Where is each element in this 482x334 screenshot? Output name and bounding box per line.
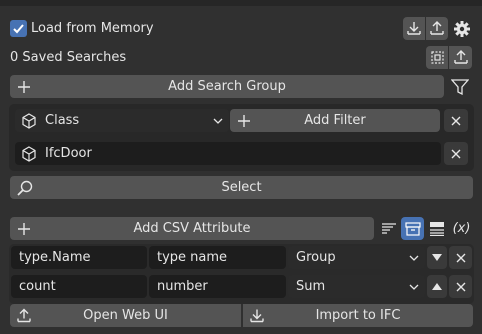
import-to-ifc-button[interactable]: Import to IFC	[243, 304, 473, 327]
csv-mode-value: Group	[296, 250, 336, 265]
close-icon	[456, 253, 465, 262]
select-button[interactable]: Select	[10, 176, 473, 199]
checkmark-icon	[13, 24, 24, 34]
class-value: IfcDoor	[45, 146, 92, 161]
archive-icon	[404, 221, 421, 236]
csv-attribute-field[interactable]: type.Name	[11, 246, 147, 269]
load-from-memory-label: Load from Memory	[31, 21, 154, 36]
saved-searches-label: 0 Saved Searches	[10, 50, 127, 65]
remove-filter-button[interactable]	[444, 109, 468, 132]
select-label: Select	[221, 180, 262, 195]
filter-button[interactable]	[447, 75, 473, 98]
align-left-button[interactable]	[377, 217, 400, 240]
filter-type-value: Class	[45, 113, 80, 128]
csv-name-field[interactable]: number	[149, 275, 286, 298]
upload-button[interactable]	[426, 17, 448, 40]
open-web-ui-button[interactable]: Open Web UI	[10, 304, 241, 327]
settings-button[interactable]	[450, 17, 474, 40]
gear-icon	[454, 20, 470, 37]
csv-mode-value: Sum	[296, 279, 326, 294]
add-search-group-button[interactable]: Add Search Group	[10, 75, 444, 98]
funnel-icon	[451, 78, 469, 95]
remove-row-button[interactable]	[449, 246, 472, 269]
csv-name-field[interactable]: type name	[149, 246, 286, 269]
export-saved-button[interactable]	[449, 46, 472, 69]
add-filter-button[interactable]: Add Filter	[230, 109, 440, 132]
download-icon	[407, 22, 421, 35]
csv-mode-select[interactable]: Sum	[288, 275, 425, 298]
csv-attribute-value: count	[19, 279, 56, 294]
download-icon	[250, 309, 264, 322]
class-value-field[interactable]: IfcDoor	[15, 142, 441, 165]
formula-button[interactable]: (x)	[449, 217, 474, 240]
load-from-memory-checkbox[interactable]	[10, 20, 27, 37]
csv-attribute-field[interactable]: count	[11, 275, 147, 298]
close-icon	[456, 282, 465, 291]
csv-name-value: type name	[157, 250, 228, 265]
plus-icon	[18, 222, 30, 235]
select-saved-button[interactable]	[426, 46, 448, 69]
csv-mode-select[interactable]: Group	[288, 246, 425, 269]
import-to-ifc-label: Import to IFC	[315, 308, 401, 323]
open-web-ui-label: Open Web UI	[83, 308, 168, 323]
archive-button[interactable]	[401, 217, 424, 240]
plus-icon	[18, 80, 30, 93]
chevron-down-icon	[409, 284, 419, 290]
download-button[interactable]	[403, 17, 425, 40]
formula-icon: (x)	[452, 221, 471, 236]
cube-icon	[22, 112, 36, 129]
upload-icon	[453, 50, 468, 64]
move-down-button[interactable]	[427, 246, 447, 269]
search-icon	[17, 180, 33, 196]
triangle-up-icon	[432, 283, 442, 290]
cube-icon	[22, 145, 36, 162]
remove-class-button[interactable]	[444, 142, 468, 165]
add-csv-attribute-button[interactable]: Add CSV Attribute	[10, 217, 374, 240]
list-button[interactable]	[425, 217, 448, 240]
select-box-icon	[430, 51, 444, 64]
csv-attribute-value: type.Name	[19, 250, 91, 265]
remove-row-button[interactable]	[449, 275, 472, 298]
add-csv-attribute-label: Add CSV Attribute	[133, 221, 251, 236]
list-icon	[429, 222, 444, 236]
add-search-group-label: Add Search Group	[168, 79, 286, 94]
plus-icon	[238, 114, 250, 127]
align-left-icon	[381, 222, 396, 234]
csv-name-value: number	[157, 279, 208, 294]
top-strip	[0, 0, 482, 6]
close-icon	[451, 149, 461, 158]
triangle-down-icon	[432, 254, 442, 261]
chevron-down-icon	[409, 255, 419, 261]
upload-icon	[17, 308, 31, 322]
move-up-button[interactable]	[427, 275, 447, 298]
chevron-down-icon	[213, 118, 223, 124]
upload-icon	[430, 21, 444, 35]
filter-type-select[interactable]: Class	[15, 109, 229, 132]
add-filter-label: Add Filter	[304, 113, 366, 128]
close-icon	[451, 116, 461, 125]
